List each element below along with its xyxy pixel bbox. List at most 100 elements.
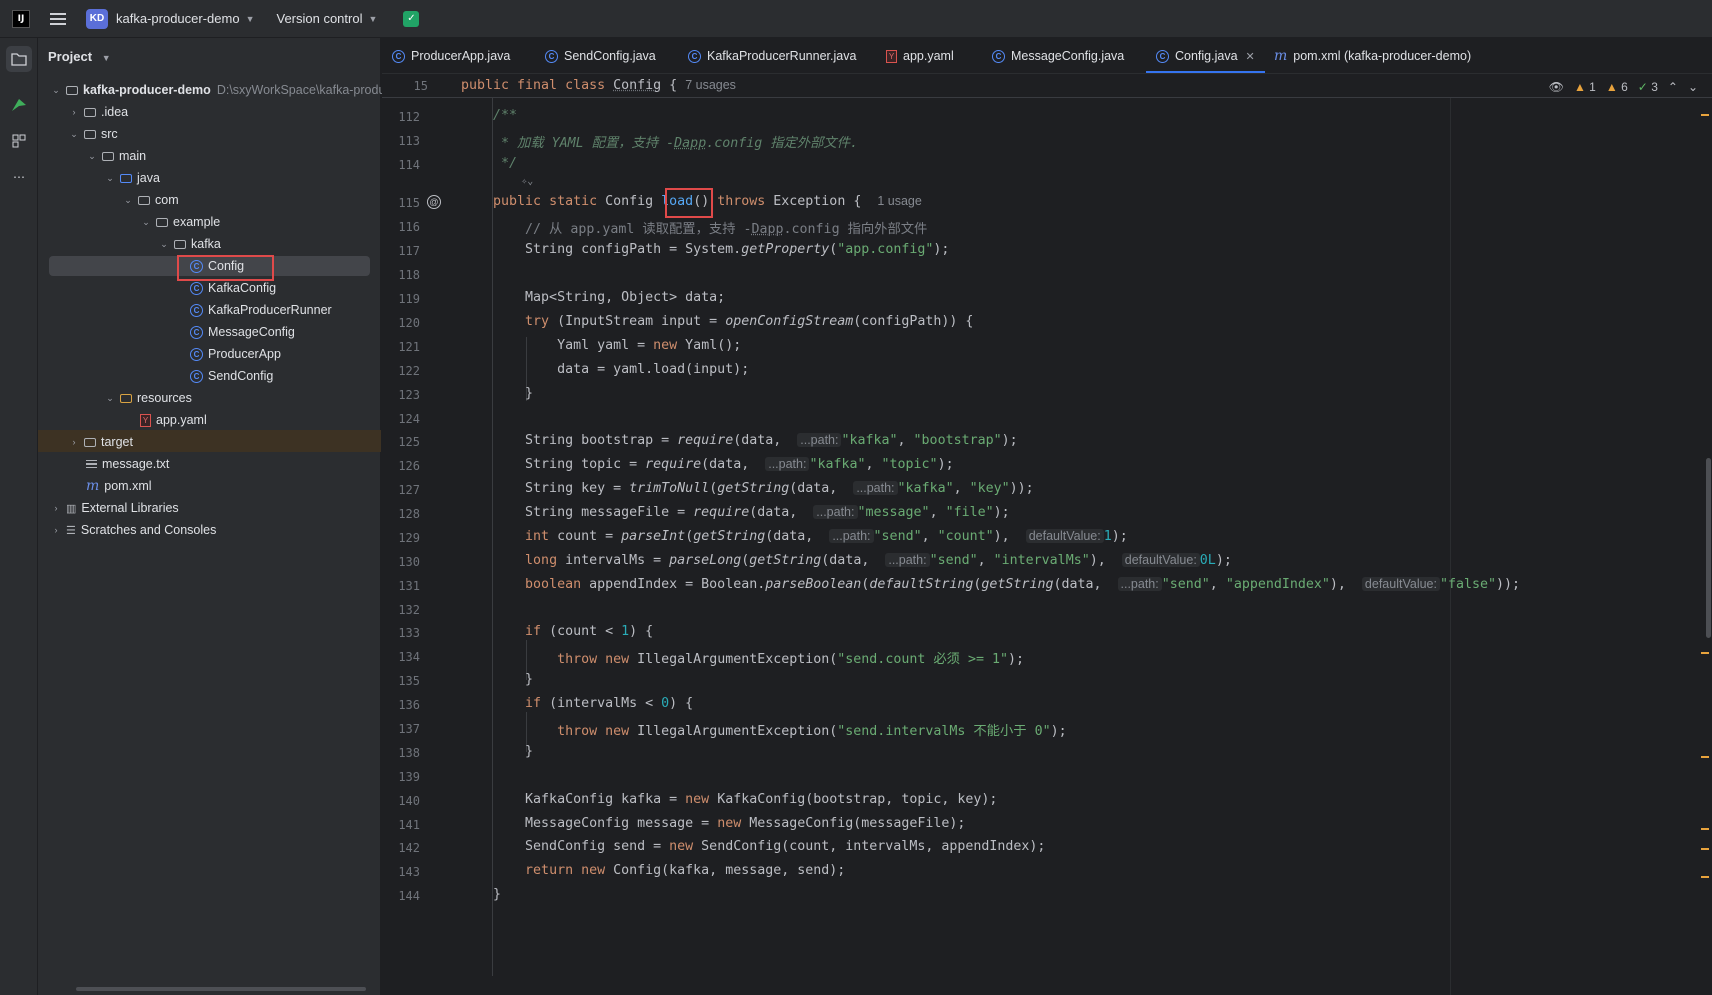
app-logo-icon[interactable]: IJ xyxy=(12,9,30,28)
project-panel-header[interactable]: Project ▼ xyxy=(48,49,111,64)
warning-count-a[interactable]: ▲ 1 xyxy=(1574,80,1596,94)
tree-node-external-libraries[interactable]: › ▥ External Libraries xyxy=(38,497,393,519)
chevron-down-icon[interactable]: ⌄ xyxy=(158,239,170,250)
tree-node-target[interactable]: › target xyxy=(38,431,411,453)
warning-marker[interactable] xyxy=(1701,756,1709,758)
check-count[interactable]: ✓ 3 xyxy=(1638,80,1658,94)
code-line: } xyxy=(461,386,534,401)
ai-hint-icon[interactable]: ✧⌄ xyxy=(461,176,533,187)
warning-marker[interactable] xyxy=(1701,828,1709,830)
horizontal-scrollbar[interactable] xyxy=(76,987,366,991)
chevron-down-icon[interactable]: ⌄ xyxy=(50,85,62,96)
code-line: SendConfig send = new SendConfig(count, … xyxy=(461,839,1046,854)
line-number: 112 xyxy=(398,110,420,124)
line-number: 143 xyxy=(398,865,420,879)
code-line: boolean appendIndex = Boolean.parseBoole… xyxy=(525,577,1521,592)
tree-label: target xyxy=(101,435,133,449)
line-number: 144 xyxy=(398,889,420,903)
code-line: * 加载 YAML 配置，支持 -Dapp.config 指定外部文件. xyxy=(461,136,859,151)
warning-count-b[interactable]: ▲ 6 xyxy=(1606,80,1628,94)
chevron-right-icon[interactable]: › xyxy=(50,503,62,513)
chevron-down-icon[interactable]: ▼ xyxy=(368,14,377,24)
chevron-down-icon[interactable]: ▼ xyxy=(102,53,111,63)
chevron-up-icon[interactable]: ⌃ xyxy=(1668,80,1678,94)
tree-node-messagetxt[interactable]: message.txt xyxy=(38,453,425,475)
line-number: 117 xyxy=(398,244,420,258)
jrebel-icon[interactable] xyxy=(6,92,32,118)
run-widget-icon[interactable]: ✓ xyxy=(403,10,420,27)
tree-node-pomxml[interactable]: m pom.xml xyxy=(38,475,425,497)
more-tools-icon[interactable]: ⋯ xyxy=(6,164,32,190)
tree-label: kafka xyxy=(191,237,221,251)
maven-icon: m xyxy=(1274,48,1288,64)
yaml-file-icon: Y xyxy=(886,49,897,63)
tree-node-src[interactable]: ⌄ src xyxy=(38,123,411,145)
version-control-menu[interactable]: Version control xyxy=(276,11,362,26)
tab-appyaml[interactable]: Y app.yaml xyxy=(886,38,954,73)
usages-hint[interactable]: 7 usages xyxy=(685,78,736,92)
close-icon[interactable]: ✕ xyxy=(1246,50,1255,63)
chevron-down-icon[interactable]: ⌄ xyxy=(104,173,116,184)
chevron-right-icon[interactable]: › xyxy=(50,525,62,535)
code-line: Map<String, Object> data; xyxy=(461,290,726,305)
param-hint: ...path: xyxy=(1117,577,1162,591)
tab-messageconfig[interactable]: C MessageConfig.java xyxy=(992,38,1124,73)
sticky-class-header[interactable]: 15 public final class Config { 7 usages … xyxy=(382,74,1712,98)
line-number: 119 xyxy=(398,292,420,306)
tree-label: External Libraries xyxy=(81,501,179,515)
chevron-down-icon[interactable]: ⌄ xyxy=(1688,80,1698,94)
count: 6 xyxy=(1621,80,1628,94)
folder-icon xyxy=(84,107,96,117)
main-menu-icon[interactable] xyxy=(50,12,66,25)
line-number: 121 xyxy=(398,340,420,354)
tab-kafkaproducerrunner[interactable]: C KafkaProducerRunner.java xyxy=(688,38,856,73)
chevron-down-icon[interactable]: ⌄ xyxy=(104,393,116,404)
project-badge[interactable]: KD xyxy=(86,8,108,29)
warning-marker[interactable] xyxy=(1701,652,1709,654)
warning-marker[interactable] xyxy=(1701,876,1709,878)
annotation-box-load xyxy=(665,188,713,218)
project-folder-icon[interactable] xyxy=(6,46,32,72)
chevron-down-icon[interactable]: ⌄ xyxy=(86,151,98,162)
param-hint: ...path: xyxy=(797,433,842,447)
line-number: 128 xyxy=(398,507,420,521)
override-annotation-icon[interactable]: @ xyxy=(427,195,441,209)
tree-node-main[interactable]: ⌄ main xyxy=(38,145,429,167)
scratches-icon: ☰ xyxy=(66,524,76,537)
tab-producerapp[interactable]: C ProducerApp.java xyxy=(392,38,510,73)
code-line: try (InputStream input = openConfigStrea… xyxy=(525,314,974,329)
editor: C ProducerApp.java C SendConfig.java C K… xyxy=(382,38,1712,995)
usages-hint[interactable]: 1 usage xyxy=(877,194,921,208)
right-margin-guide xyxy=(1450,98,1451,995)
project-switcher[interactable]: kafka-producer-demo xyxy=(116,11,240,26)
tab-label: pom.xml (kafka-producer-demo) xyxy=(1293,49,1472,63)
structure-icon[interactable] xyxy=(6,128,32,154)
param-hint: ...path: xyxy=(853,481,898,495)
tree-label: SendConfig xyxy=(208,369,274,383)
folder-icon xyxy=(84,129,96,139)
inspections-widget[interactable]: 👁 ▲ 1 ▲ 6 ✓ 3 ⌃ ⌄ xyxy=(1549,80,1698,94)
vertical-scrollbar[interactable] xyxy=(1706,458,1711,638)
chevron-right-icon[interactable]: › xyxy=(68,437,80,447)
param-hint: defaultValue: xyxy=(1025,529,1104,543)
class-icon: C xyxy=(992,49,1005,63)
chevron-right-icon[interactable]: › xyxy=(68,107,80,117)
chevron-down-icon[interactable]: ⌄ xyxy=(122,195,134,206)
chevron-down-icon[interactable]: ▼ xyxy=(246,14,255,24)
chevron-down-icon[interactable]: ⌄ xyxy=(68,129,80,140)
chevron-down-icon[interactable]: ⌄ xyxy=(140,217,152,228)
line-number: 132 xyxy=(398,603,420,617)
warning-marker[interactable] xyxy=(1701,848,1709,850)
reader-mode-icon[interactable]: 👁 xyxy=(1549,80,1564,94)
tree-node-scratches[interactable]: › ☰ Scratches and Consoles xyxy=(38,519,393,541)
tab-pomxml[interactable]: m pom.xml (kafka-producer-demo) xyxy=(1274,38,1472,73)
line-number: 120 xyxy=(398,316,420,330)
count: 1 xyxy=(1589,80,1596,94)
tab-sendconfig[interactable]: C SendConfig.java xyxy=(545,38,656,73)
tree-label: app.yaml xyxy=(156,413,207,427)
warning-marker[interactable] xyxy=(1701,114,1709,116)
tree-node-root[interactable]: ⌄ kafka-producer-demo D:\sxyWorkSpace\ka… xyxy=(38,79,393,101)
tab-config[interactable]: C Config.java ✕ xyxy=(1146,38,1265,73)
code-line: throw new IllegalArgumentException("send… xyxy=(557,652,1024,667)
tree-node-idea[interactable]: › .idea xyxy=(38,101,411,123)
